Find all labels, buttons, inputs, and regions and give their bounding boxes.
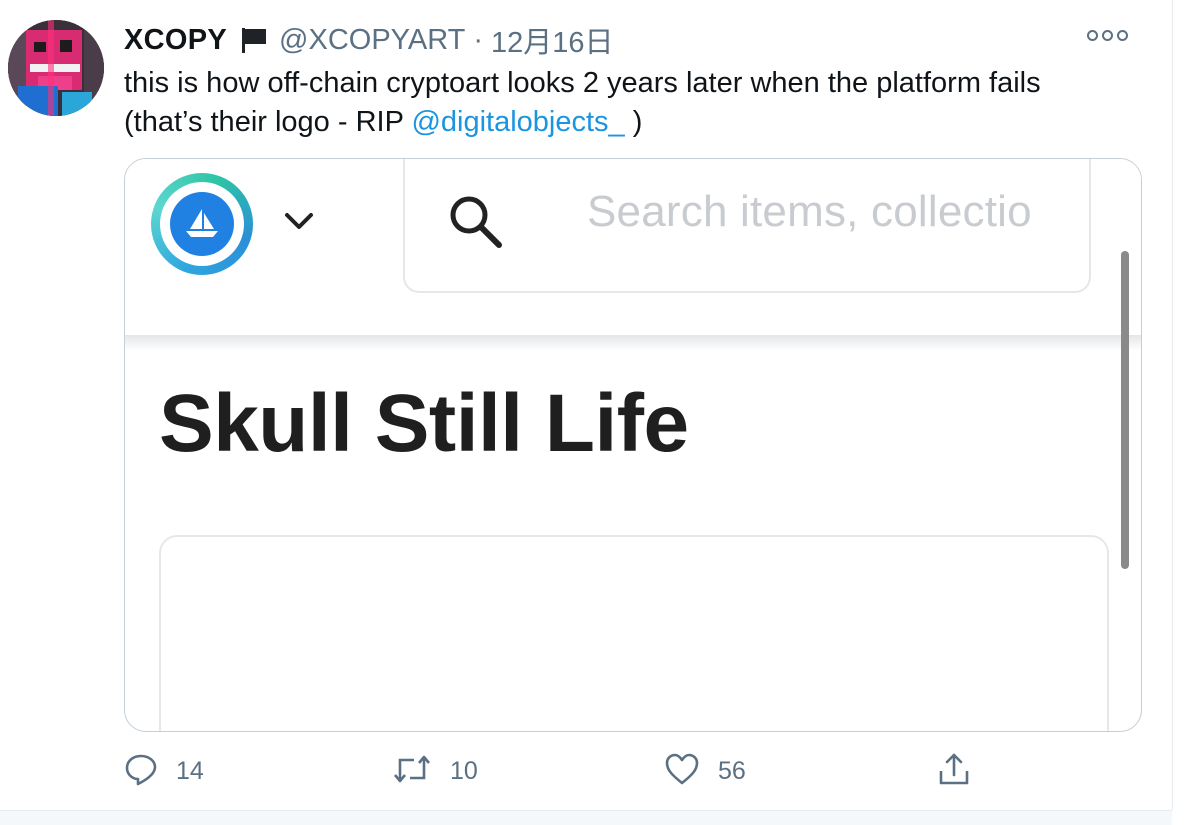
tweet-text: this is how off-chain cryptoart looks 2 … [124, 64, 1154, 142]
media-image[interactable]: Search items, collectio Skull Still Life [124, 158, 1142, 732]
heart-icon [664, 752, 700, 791]
reply-count: 14 [176, 756, 204, 785]
share-button[interactable] [936, 748, 972, 794]
share-icon [936, 751, 972, 792]
like-button[interactable]: 56 [664, 748, 746, 794]
retweet-count: 10 [450, 756, 478, 785]
avatar[interactable] [8, 20, 104, 116]
author-name[interactable]: XCOPY [124, 24, 227, 57]
tweet-date[interactable]: 12月16日 [491, 19, 614, 61]
retweet-icon [392, 752, 432, 791]
timeline-divider [0, 810, 1172, 825]
author-handle[interactable]: @XCOPYART [279, 24, 465, 57]
scrollbar-thumb[interactable] [1121, 251, 1129, 569]
reply-button[interactable]: 14 [124, 748, 204, 794]
more-options-icon[interactable] [1087, 30, 1128, 41]
tweet-text-line-2: (that’s their logo - RIP @digitalobjects… [124, 103, 1154, 142]
ship-logo-icon[interactable] [151, 173, 253, 275]
tweet-text-line-1: this is how off-chain cryptoart looks 2 … [124, 67, 1041, 99]
like-count: 56 [718, 756, 746, 785]
mention-link[interactable]: @digitalobjects_ [411, 106, 624, 138]
avatar-image [8, 20, 104, 116]
tweet: XCOPY @XCOPYART · 12月16日 this is how off… [0, 0, 1173, 810]
item-title: Skull Still Life [159, 378, 689, 469]
item-image-card [159, 535, 1109, 731]
tweet-text-part: (that’s their logo - RIP [124, 106, 412, 138]
site-navbar: Search items, collectio [125, 159, 1141, 335]
retweet-button[interactable]: 10 [392, 748, 478, 794]
chevron-down-icon[interactable] [281, 203, 317, 244]
navbar-shadow [125, 335, 1141, 351]
search-input[interactable]: Search items, collectio [403, 159, 1091, 293]
flag-icon [239, 25, 269, 55]
tweet-header: XCOPY @XCOPYART · 12月16日 [124, 18, 614, 62]
separator-dot: · [473, 23, 483, 56]
tweet-text-part: ) [624, 106, 643, 138]
search-placeholder: Search items, collectio [587, 187, 1032, 236]
reply-icon [124, 752, 158, 791]
tweet-actions: 14 10 56 [124, 748, 1124, 794]
search-icon [445, 191, 507, 258]
